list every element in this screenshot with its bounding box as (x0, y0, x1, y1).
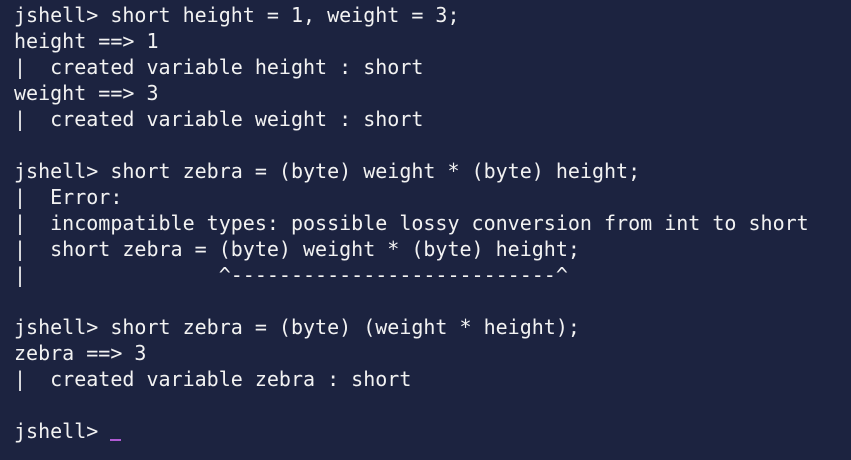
terminal-line: jshell> short zebra = (byte) weight * (b… (14, 159, 641, 183)
terminal-line: zebra ==> 3 (14, 341, 147, 365)
terminal-line: | created variable weight : short (14, 107, 424, 131)
terminal-line: jshell> short height = 1, weight = 3; (14, 3, 460, 27)
terminal-window[interactable]: jshell> short height = 1, weight = 3; he… (0, 0, 851, 460)
terminal-line: | created variable height : short (14, 55, 424, 79)
terminal-line: | short zebra = (byte) weight * (byte) h… (14, 237, 580, 261)
terminal-line: | incompatible types: possible lossy con… (14, 211, 809, 235)
terminal-line: | Error: (14, 185, 123, 209)
terminal-line: | ^---------------------------^ (14, 263, 568, 287)
prompt-line[interactable]: jshell> (14, 418, 851, 444)
prompt-text: jshell> (14, 419, 99, 443)
terminal-line: height ==> 1 (14, 29, 159, 53)
text-cursor (110, 439, 122, 441)
terminal-line: weight ==> 3 (14, 81, 159, 105)
terminal-line: jshell> short zebra = (byte) (weight * h… (14, 315, 580, 339)
terminal-line: | created variable zebra : short (14, 367, 412, 391)
